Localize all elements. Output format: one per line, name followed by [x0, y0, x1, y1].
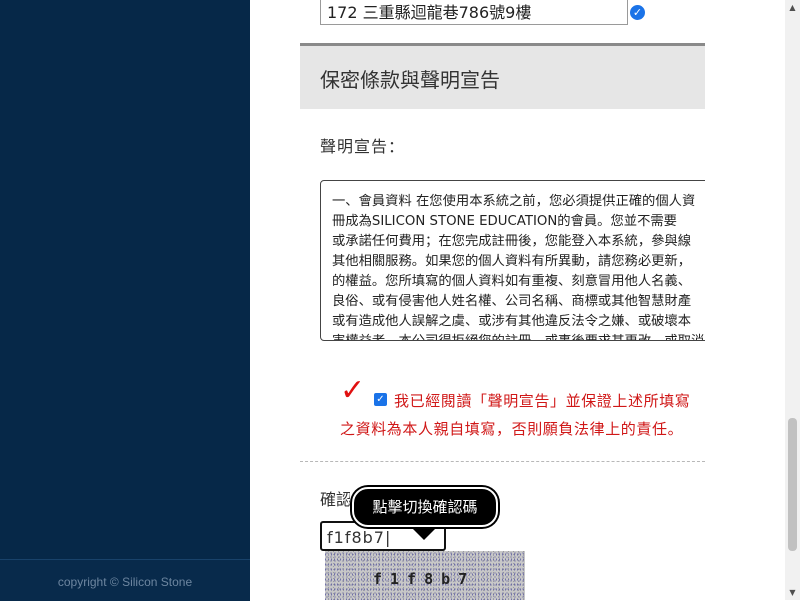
terms-textarea[interactable]: 一、會員資料 在您使用本系統之前，您必須提供正確的個人資 冊成為SILICON S…: [320, 180, 705, 341]
section-divider: [300, 461, 705, 462]
scroll-thumb[interactable]: [788, 418, 797, 551]
tooltip-arrow: [413, 529, 435, 540]
check-circle-icon: ✓: [630, 5, 645, 20]
terms-line: 害權益者，本公司得拒絕您的註冊，或事後要求其更改，或取消: [332, 332, 705, 340]
terms-line: 其他相關服務。如果您的個人資料有所異動，請您務必更新，: [332, 254, 692, 269]
main-content: 172 三重縣迴龍巷786號9樓 ✓ 保密條款與聲明宣告 聲明宣告： 一、會員資…: [250, 0, 705, 600]
page-scrollbar[interactable]: ▲ ▼: [785, 0, 800, 600]
terms-line: 或承諾任何費用；在您完成註冊後，您能登入本系統，參與線: [332, 234, 692, 249]
captcha-image-text: f1f8b7: [373, 570, 476, 588]
address-input[interactable]: 172 三重縣迴龍巷786號9樓: [320, 0, 628, 25]
agree-label-line1: 我已經閱讀「聲明宣告」並保證上述所填寫: [394, 392, 691, 410]
scroll-up-arrow-icon[interactable]: ▲: [785, 0, 800, 15]
captcha-label: 確認碼: [320, 490, 350, 509]
scroll-down-arrow-icon[interactable]: ▼: [785, 585, 800, 600]
terms-line: 良俗、或有侵害他人姓名權、公司名稱、商標或其他智慧財產: [332, 294, 692, 309]
red-checkmark-icon: ✓: [340, 373, 366, 408]
captcha-image[interactable]: f1f8b7: [325, 551, 525, 600]
agree-checkbox[interactable]: ✓: [374, 393, 387, 406]
sidebar: copyright © Silicon Stone: [0, 0, 250, 601]
section-title: 保密條款與聲明宣告: [320, 68, 500, 92]
terms-line: 的權益。您所填寫的個人資料如有重複、刻意冒用他人名義、: [332, 274, 692, 289]
terms-line: 或有造成他人誤解之虞、或涉有其他違反法令之嫌、或破壞本: [332, 314, 692, 329]
declaration-label: 聲明宣告：: [320, 137, 406, 156]
terms-line: 冊成為SILICON STONE EDUCATION的會員。您並不需要: [332, 214, 677, 229]
section-header: 保密條款與聲明宣告: [300, 43, 705, 109]
terms-text: 一、會員資料 在您使用本系統之前，您必須提供正確的個人資 冊成為SILICON S…: [332, 192, 705, 340]
agree-label-line2: 之資料為本人親自填寫，否則願負法律上的責任。: [340, 420, 684, 438]
copyright-text: copyright © Silicon Stone: [57, 575, 193, 589]
terms-line: 一、會員資料 在您使用本系統之前，您必須提供正確的個人資: [332, 194, 696, 209]
captcha-tooltip: 點擊切換確認碼: [352, 487, 498, 527]
